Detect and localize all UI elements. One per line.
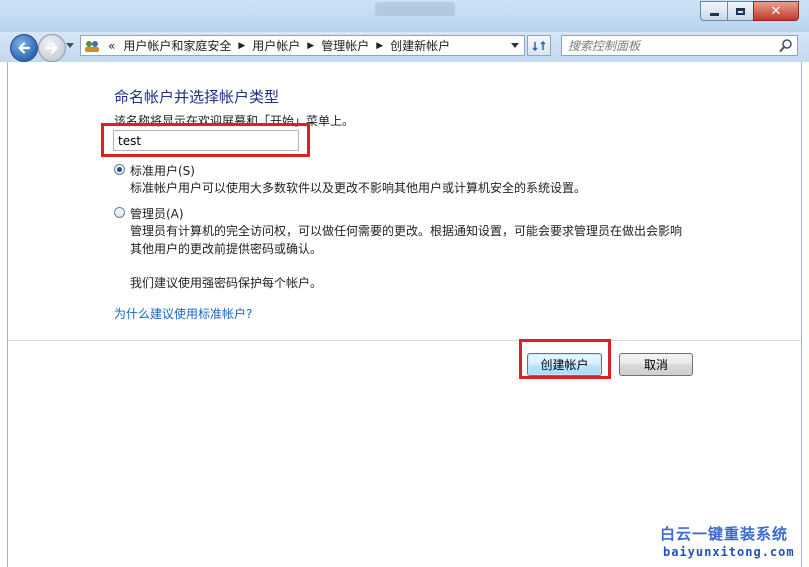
forward-button[interactable] bbox=[38, 34, 66, 62]
back-button[interactable] bbox=[10, 34, 38, 62]
control-panel-icon bbox=[84, 39, 100, 53]
standard-user-description: 标准帐户用户可以使用大多数软件以及更改不影响其他用户或计算机安全的系统设置。 bbox=[130, 181, 587, 195]
breadcrumb-item[interactable]: 管理帐户 bbox=[317, 37, 373, 54]
title-bar bbox=[0, 0, 809, 32]
window-title bbox=[375, 2, 455, 16]
back-arrow-icon bbox=[18, 42, 31, 54]
divider bbox=[8, 340, 801, 341]
breadcrumb-overflow[interactable]: « bbox=[104, 39, 119, 53]
search-box[interactable] bbox=[561, 35, 798, 56]
why-standard-account-link[interactable]: 为什么建议使用标准帐户? bbox=[114, 305, 252, 322]
breadcrumb-item[interactable]: 用户帐户 bbox=[248, 37, 304, 54]
cancel-button[interactable]: 取消 bbox=[619, 353, 693, 376]
search-input[interactable] bbox=[562, 36, 784, 55]
administrator-description-line: 管理员有计算机的完全访问权，可以做任何需要的更改。根据通知设置，可能会要求管理员… bbox=[130, 224, 683, 238]
address-bar[interactable]: « 用户帐户和家庭安全 ▶ 用户帐户 ▶ 管理帐户 ▶ 创建新帐户 bbox=[80, 35, 525, 56]
standard-user-label[interactable]: 标准用户(S) bbox=[130, 162, 195, 179]
refresh-button[interactable] bbox=[527, 35, 551, 56]
maximize-icon bbox=[736, 7, 745, 15]
administrator-description-line: 其他用户的更改前提供密码或确认。 bbox=[130, 242, 323, 256]
close-icon: ✕ bbox=[770, 3, 782, 19]
maximize-button[interactable] bbox=[727, 1, 754, 21]
search-icon[interactable] bbox=[779, 38, 793, 53]
breadcrumb-item[interactable]: 用户帐户和家庭安全 bbox=[119, 37, 235, 54]
breadcrumb-separator-icon[interactable]: ▶ bbox=[373, 41, 386, 51]
watermark-url: baiyunxitong.com bbox=[663, 545, 795, 559]
administrator-description: 管理员有计算机的完全访问权，可以做任何需要的更改。根据通知设置，可能会要求管理员… bbox=[130, 222, 690, 258]
administrator-label[interactable]: 管理员(A) bbox=[130, 205, 184, 222]
page-title: 命名帐户并选择帐户类型 bbox=[114, 88, 280, 106]
breadcrumb-item[interactable]: 创建新帐户 bbox=[386, 37, 454, 54]
radio-selected-dot bbox=[117, 167, 122, 172]
forward-arrow-icon bbox=[45, 42, 58, 54]
refresh-icon bbox=[532, 40, 546, 51]
standard-user-radio[interactable] bbox=[114, 164, 125, 175]
administrator-radio[interactable] bbox=[114, 207, 125, 218]
breadcrumb-separator-icon[interactable]: ▶ bbox=[235, 41, 248, 51]
account-name-input[interactable] bbox=[113, 130, 299, 151]
watermark-logo-text: 白云一键重装系统 bbox=[660, 525, 789, 543]
minimize-icon bbox=[709, 13, 719, 16]
minimize-button[interactable] bbox=[700, 1, 728, 21]
breadcrumb-separator-icon[interactable]: ▶ bbox=[304, 41, 317, 51]
password-advice: 我们建议使用强密码保护每个帐户。 bbox=[130, 276, 323, 290]
close-button[interactable]: ✕ bbox=[753, 1, 799, 21]
address-dropdown-icon[interactable] bbox=[511, 43, 519, 48]
create-account-button[interactable]: 创建帐户 bbox=[527, 353, 602, 376]
recent-pages-dropdown[interactable] bbox=[66, 43, 74, 48]
